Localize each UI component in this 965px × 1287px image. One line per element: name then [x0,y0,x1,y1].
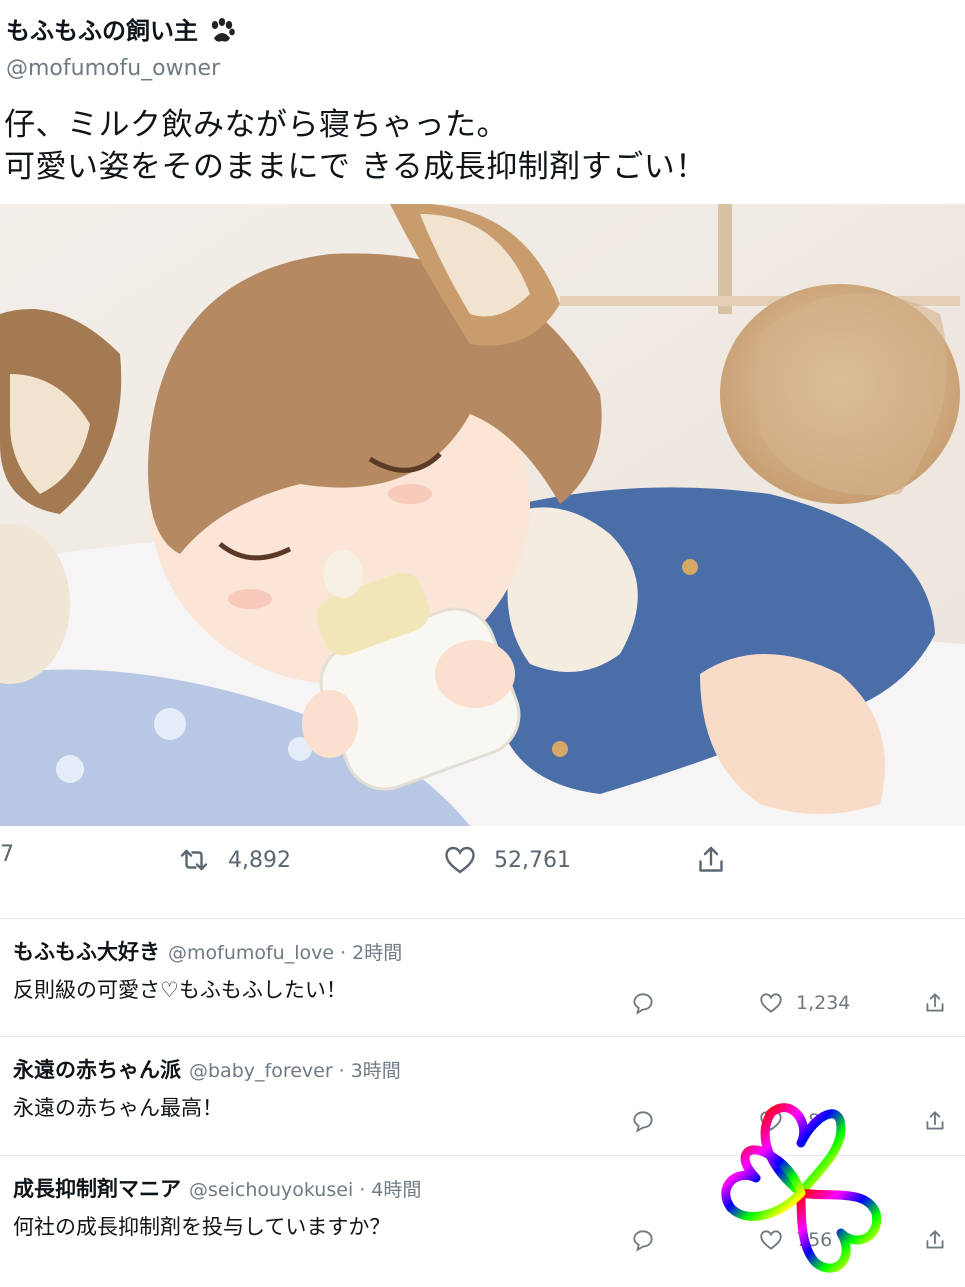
divider [0,918,965,919]
reply-author-name[interactable]: 成長抑制剤マニア [13,1177,181,1201]
author-handle[interactable]: @mofumofu_owner [6,52,238,86]
comment-icon [633,1111,653,1133]
reply-header: もふもふ大好き @mofumofu_love · 2時間 [13,936,402,966]
reply-share-button[interactable] [922,1227,948,1253]
reply-item[interactable]: もふもふ大好き @mofumofu_love · 2時間 反則級の可愛さ♡もふもふした… [0,920,965,1038]
reply-author-name[interactable]: もふもふ大好き [13,940,160,964]
post-text-line-2: 可愛い姿をそのままにで きる成長抑制剤すごい！ [4,149,707,185]
reply-timestamp[interactable]: 4時間 [371,1179,421,1201]
reply-header: 成長抑制剤マニア @seichouyokusei · 4時間 [13,1173,421,1203]
heart-icon [760,993,782,1013]
post-image[interactable] [0,204,965,826]
reply-text: 永遠の赤ちゃん最高！ [13,1096,223,1120]
share-button[interactable] [693,842,729,878]
author-display-name[interactable]: もふもふの飼い主 [6,14,198,48]
reply-button[interactable] [630,1108,656,1134]
share-icon [926,1111,944,1130]
like-count: 52,761 [494,847,571,873]
divider [0,1036,965,1037]
reply-button[interactable] [630,990,656,1016]
reply-timestamp[interactable]: 3時間 [351,1060,401,1082]
reply-share-button[interactable] [922,990,948,1016]
reply-author-handle[interactable]: @seichouyokusei [189,1179,353,1201]
reply-like-count: 1,234 [796,992,851,1014]
meta-separator: · [359,1179,366,1201]
reply-author-handle[interactable]: @baby_forever [189,1060,333,1082]
author-name-row[interactable]: もふもふの飼い主 [6,14,238,48]
reply-timestamp[interactable]: 2時間 [352,942,402,964]
post-text: 仔、ミルク飲みながら寝ちゃった。 可愛い姿をそのままにで きる成長抑制剤すごい！ [4,104,707,188]
post-header: もふもふの飼い主 @mofumofu_owner [6,14,238,86]
retweet-count: 4,892 [228,847,291,873]
share-icon [926,993,944,1012]
reply-like-button[interactable]: 1,234 [758,990,850,1016]
reply-text: 何社の成長抑制剤を投与していますか？ [13,1215,391,1239]
share-icon [699,846,723,872]
post-text-line-1: 仔、ミルク飲みながら寝ちゃった。 [4,107,508,143]
reply-header: 永遠の赤ちゃん派 @baby_forever · 3時間 [13,1054,401,1084]
comment-icon [633,993,653,1015]
post-action-bar: 7 4,892 52,761 [0,842,965,900]
reply-author-name[interactable]: 永遠の赤ちゃん派 [13,1058,181,1082]
like-button[interactable]: 52,761 [442,842,571,878]
reply-author-handle[interactable]: @mofumofu_love [168,942,334,964]
reply-share-button[interactable] [922,1108,948,1134]
rainbow-clover-watermark [721,1103,882,1273]
retweet-icon [180,849,208,871]
reply-button[interactable] [630,1227,656,1253]
comment-icon [633,1230,653,1252]
retweet-button[interactable]: 4,892 [176,842,291,878]
heart-icon [445,846,475,874]
sleeping-puppy-baby-illustration [0,204,965,826]
meta-separator: · [340,942,347,964]
reply-text: 反則級の可愛さ♡もふもふしたい！ [13,978,347,1002]
share-icon [926,1230,944,1249]
reply-count-partial[interactable]: 7 [0,842,14,867]
reply-count: 7 [0,842,14,867]
meta-separator: · [338,1060,345,1082]
paw-icon [211,18,235,42]
